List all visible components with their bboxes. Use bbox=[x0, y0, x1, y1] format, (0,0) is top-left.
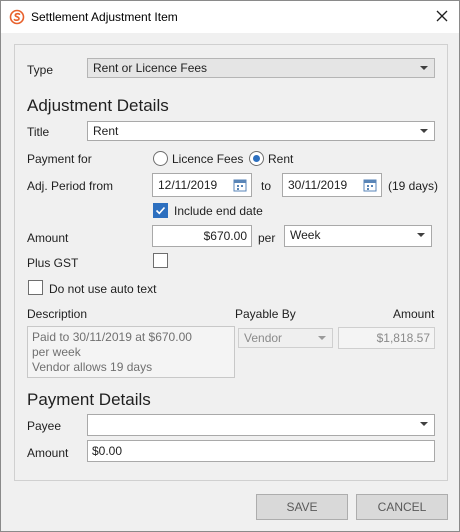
auto-text-label: Do not use auto text bbox=[49, 282, 157, 296]
window-title: Settlement Adjustment Item bbox=[31, 10, 178, 24]
period-from-input[interactable]: 12/11/2019 bbox=[152, 173, 252, 197]
computed-amount-value: $1,818.57 bbox=[376, 331, 430, 345]
chevron-down-icon bbox=[318, 336, 326, 340]
close-button[interactable] bbox=[425, 1, 459, 33]
auto-text-checkbox[interactable] bbox=[28, 280, 43, 295]
description-line: Vendor allows 19 days bbox=[32, 360, 153, 374]
per-value: Week bbox=[290, 228, 321, 242]
chevron-down-icon bbox=[420, 66, 428, 70]
close-icon bbox=[436, 10, 448, 25]
payable-by-header: Payable By bbox=[235, 307, 296, 321]
chevron-down-icon bbox=[420, 422, 428, 426]
plus-gst-checkbox[interactable] bbox=[153, 253, 168, 268]
payment-amount-label: Amount bbox=[27, 446, 69, 460]
payment-for-label: Payment for bbox=[27, 152, 92, 166]
description-header: Description bbox=[27, 307, 88, 321]
plus-gst-label: Plus GST bbox=[27, 256, 79, 270]
rent-label: Rent bbox=[268, 152, 294, 166]
payment-amount-input[interactable]: $0.00 bbox=[87, 440, 435, 462]
licence-fees-label: Licence Fees bbox=[172, 152, 244, 166]
title-bar: Settlement Adjustment Item bbox=[1, 1, 459, 33]
period-to-value: 30/11/2019 bbox=[288, 178, 348, 192]
chevron-down-icon bbox=[417, 233, 425, 237]
payment-details-heading: Payment Details bbox=[27, 390, 151, 409]
period-days: (19 days) bbox=[388, 179, 439, 193]
amount-value: $670.00 bbox=[203, 229, 247, 243]
amount-input[interactable]: $670.00 bbox=[152, 225, 252, 247]
description-line: per week bbox=[32, 345, 81, 359]
licence-fees-radio[interactable] bbox=[153, 151, 168, 166]
rent-radio[interactable] bbox=[249, 151, 264, 166]
description-line: Paid to 30/11/2019 at $670.00 bbox=[32, 330, 192, 344]
logo-icon bbox=[9, 9, 25, 25]
type-value: Rent or Licence Fees bbox=[93, 61, 208, 75]
per-dropdown[interactable]: Week bbox=[284, 225, 432, 247]
amount-label: Amount bbox=[27, 231, 69, 245]
title-value: Rent bbox=[93, 124, 119, 138]
payable-by-value: Vendor bbox=[244, 331, 283, 345]
calendar-icon[interactable] bbox=[363, 178, 377, 192]
period-label: Adj. Period from bbox=[27, 179, 114, 193]
payment-amount-value: $0.00 bbox=[92, 444, 123, 458]
type-label: Type bbox=[27, 63, 54, 77]
amount-header: Amount bbox=[393, 307, 435, 321]
form-panel: Type Rent or Licence Fees Adjustment Det… bbox=[14, 44, 448, 481]
type-dropdown[interactable]: Rent or Licence Fees bbox=[87, 58, 435, 78]
period-to-label: to bbox=[261, 179, 272, 193]
payable-by-dropdown[interactable]: Vendor bbox=[238, 328, 333, 348]
dialog-window: Settlement Adjustment Item Type Rent or … bbox=[0, 0, 460, 532]
title-label: Title bbox=[27, 125, 50, 139]
save-button[interactable]: SAVE bbox=[256, 494, 348, 520]
payee-dropdown[interactable] bbox=[87, 414, 435, 436]
calendar-icon[interactable] bbox=[233, 178, 247, 192]
cancel-button[interactable]: CANCEL bbox=[356, 494, 448, 520]
computed-amount-field: $1,818.57 bbox=[338, 327, 435, 349]
chevron-down-icon bbox=[420, 129, 428, 133]
adjustment-details-heading: Adjustment Details bbox=[27, 96, 169, 115]
title-dropdown[interactable]: Rent bbox=[87, 121, 435, 141]
period-from-value: 12/11/2019 bbox=[158, 178, 218, 192]
description-textarea[interactable]: Paid to 30/11/2019 at $670.00 per week V… bbox=[27, 326, 235, 378]
include-end-date-checkbox[interactable] bbox=[153, 203, 168, 218]
period-to-input[interactable]: 30/11/2019 bbox=[282, 173, 382, 197]
include-end-date-label: Include end date bbox=[174, 204, 263, 218]
per-label: per bbox=[258, 231, 276, 245]
payee-label: Payee bbox=[27, 419, 62, 433]
